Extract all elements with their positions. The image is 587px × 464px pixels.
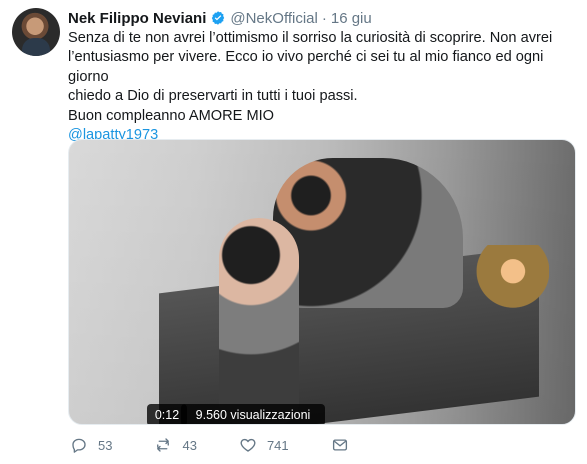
- tweet-header: Nek Filippo Neviani @NekOfficial · 16 gi…: [68, 8, 372, 28]
- tweet-actions: 53 43 741: [70, 435, 349, 455]
- user-handle[interactable]: @NekOfficial: [230, 10, 317, 27]
- like-icon: [239, 436, 257, 454]
- reply-button[interactable]: 53: [70, 436, 112, 454]
- separator-dot: ·: [321, 9, 327, 27]
- video-views-badge: 9.560 visualizzazioni: [181, 404, 325, 424]
- tweet-line: l’entusiasmo per vivere. Ecco io vivo pe…: [68, 49, 544, 85]
- retweet-count: 43: [182, 437, 197, 453]
- avatar[interactable]: [12, 8, 60, 56]
- display-name[interactable]: Nek Filippo Neviani: [68, 10, 206, 27]
- video-subject: [273, 158, 463, 308]
- dm-icon: [331, 436, 349, 454]
- video-background: [469, 245, 549, 320]
- dm-button[interactable]: [331, 436, 349, 454]
- tweet-text: Senza di te non avrei l’ottimismo il sor…: [68, 29, 568, 145]
- tweet-line: Senza di te non avrei l’ottimismo il sor…: [68, 30, 553, 46]
- like-count: 741: [266, 437, 289, 453]
- video-subject: [219, 218, 299, 424]
- retweet-button[interactable]: 43: [154, 436, 197, 454]
- tweet-date[interactable]: 16 giu: [331, 10, 372, 27]
- verified-badge-icon: [210, 10, 226, 26]
- like-button[interactable]: 741: [239, 436, 289, 454]
- reply-icon: [70, 436, 88, 454]
- video-media[interactable]: 0:12 9.560 visualizzazioni: [68, 139, 576, 425]
- retweet-icon: [154, 436, 172, 454]
- reply-count: 53: [98, 437, 113, 453]
- tweet-line: Buon compleanno AMORE MIO: [68, 107, 275, 124]
- tweet-line: chiedo a Dio di preservarti in tutti i t…: [68, 88, 358, 105]
